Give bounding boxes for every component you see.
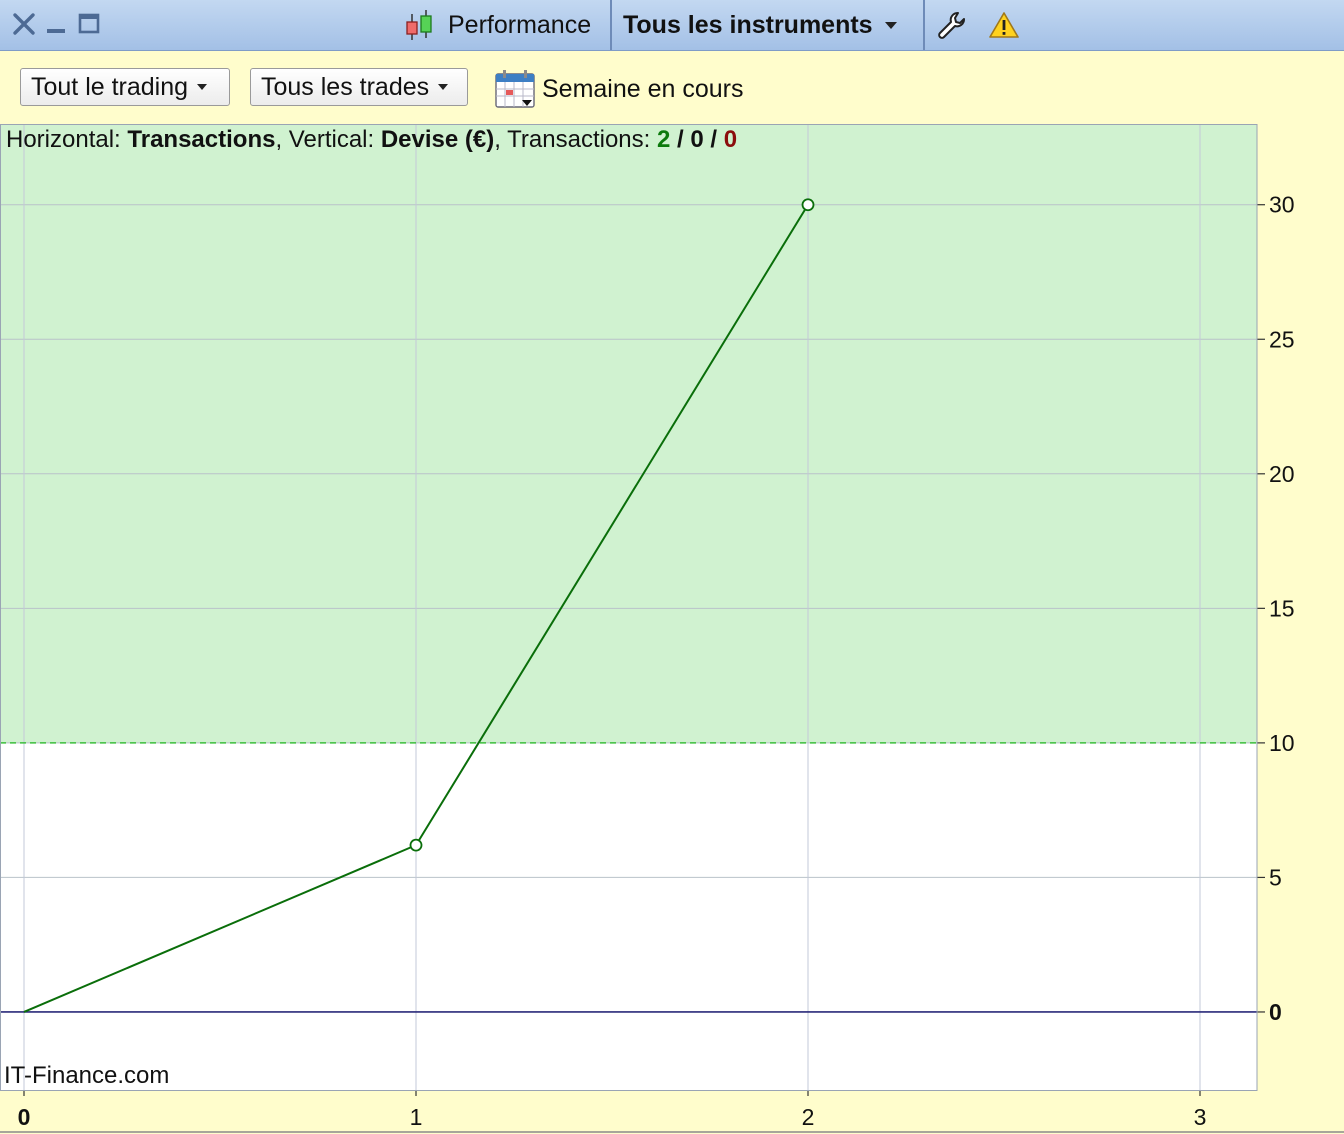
minimize-icon[interactable]	[43, 10, 71, 38]
maximize-icon[interactable]	[76, 10, 104, 38]
candlestick-icon	[406, 10, 432, 40]
trading-filter-label: Tout le trading	[31, 72, 189, 101]
x-tick-label: 2	[802, 1104, 815, 1130]
instrument-selector[interactable]: Tous les instruments	[614, 0, 922, 50]
count-losing: 0	[723, 126, 738, 153]
count-separator: /	[710, 126, 718, 153]
y-tick-label: 25	[1269, 326, 1295, 352]
tab-label: Performance	[448, 10, 592, 39]
y-tick-label: 0	[1269, 999, 1282, 1025]
x-tick-label: 1	[410, 1104, 423, 1130]
trades-filter-label: Tous les trades	[261, 72, 430, 101]
profit-zone	[0, 124, 1257, 743]
count-separator: /	[677, 126, 684, 153]
period-label: Semaine en cours	[542, 74, 744, 103]
instrument-selector-label: Tous les instruments	[623, 10, 873, 39]
title-bar: Performance Tous les instruments	[0, 0, 1344, 51]
equity-chart: 051015202530 0123	[0, 124, 1344, 1133]
count-winning: 2	[656, 126, 671, 153]
horizontal-label: Horizontal:	[6, 126, 121, 153]
watermark: IT-Finance.com	[4, 1062, 170, 1089]
y-tick-label: 10	[1269, 730, 1295, 756]
chevron-down-icon	[438, 84, 449, 90]
period-selector[interactable]: Semaine en cours	[494, 68, 744, 110]
count-neutral: 0	[690, 126, 704, 153]
separator	[610, 0, 612, 50]
y-tick-label: 15	[1269, 595, 1295, 621]
chart-header: Horizontal: Transactions, Vertical: Devi…	[6, 126, 738, 153]
horizontal-value: Transactions	[127, 126, 276, 153]
chevron-down-icon	[197, 84, 208, 90]
wrench-icon[interactable]	[936, 10, 966, 40]
vertical-value: Devise (€)	[380, 126, 495, 153]
y-tick-label: 20	[1269, 461, 1295, 487]
calendar-icon	[495, 70, 535, 108]
x-tick-label: 3	[1194, 1104, 1207, 1130]
transactions-label: Transactions:	[507, 126, 651, 153]
y-axis: 0 5 10 15 20 25 30	[1257, 192, 1295, 1025]
y-tick-label: 30	[1269, 192, 1295, 218]
x-tick-label: 0	[18, 1104, 31, 1130]
separator	[923, 0, 925, 50]
data-point	[801, 198, 815, 212]
trades-filter-dropdown[interactable]: Tous les trades	[250, 68, 468, 106]
vertical-label: Vertical:	[288, 126, 375, 153]
tab-performance[interactable]: Performance	[402, 0, 610, 50]
close-icon[interactable]	[10, 10, 38, 38]
y-tick-label: 5	[1269, 864, 1282, 890]
data-point	[409, 838, 423, 852]
chevron-down-icon	[884, 21, 897, 29]
trading-filter-dropdown[interactable]: Tout le trading	[20, 68, 230, 106]
x-axis: 0 1 2 3	[18, 1090, 1207, 1130]
warning-icon[interactable]	[988, 10, 1020, 40]
